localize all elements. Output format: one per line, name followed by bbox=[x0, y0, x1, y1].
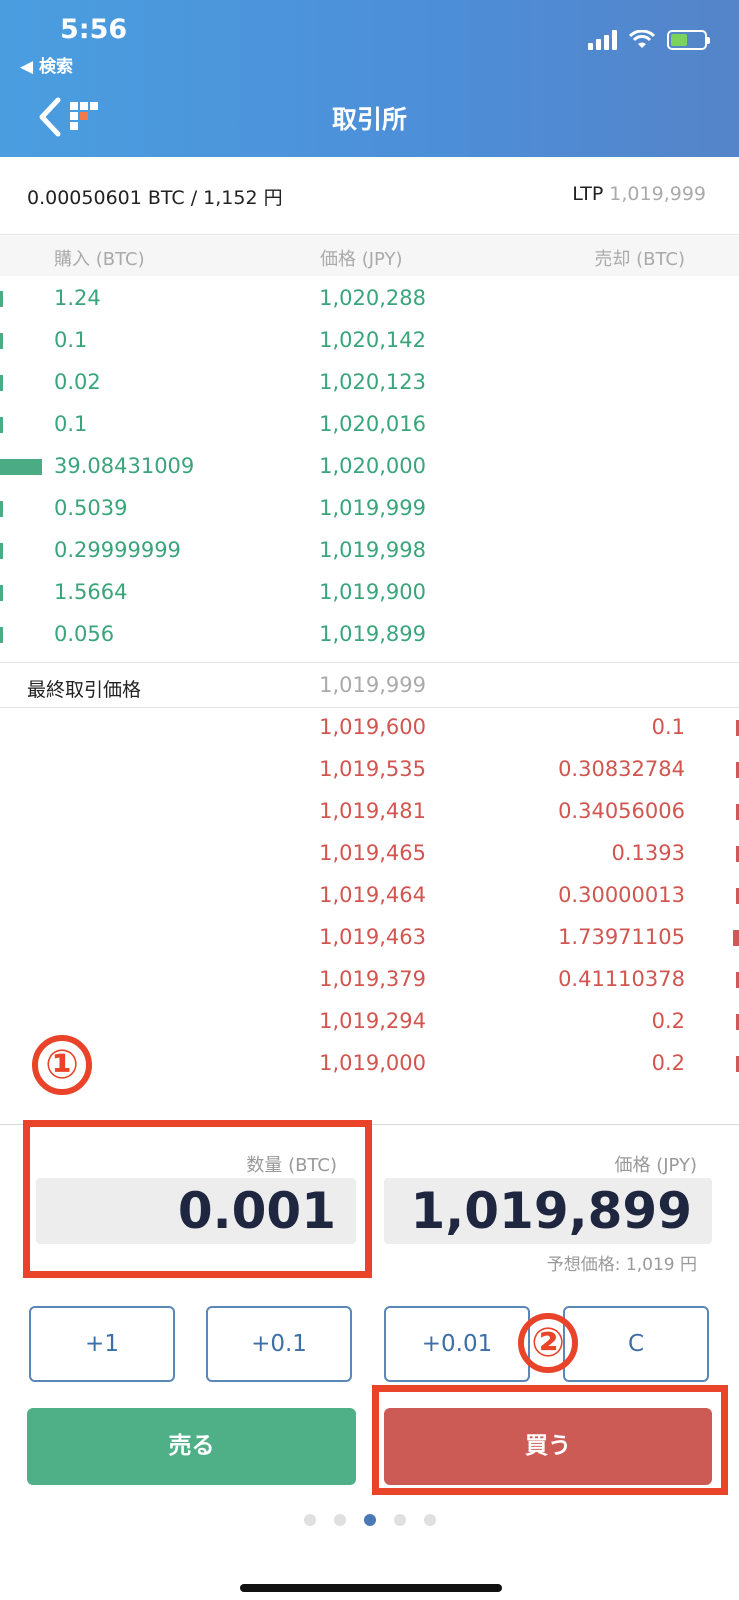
ask-qty: 0.41110378 bbox=[558, 967, 685, 991]
bid-qty: 0.1 bbox=[54, 328, 88, 352]
bid-row[interactable]: 0.29999999 1,019,998 bbox=[0, 530, 739, 572]
status-time: 5:56 bbox=[60, 14, 128, 45]
bid-row[interactable]: 0.02 1,020,123 bbox=[0, 362, 739, 404]
ask-price: 1,019,463 bbox=[319, 925, 426, 949]
order-book[interactable]: 1.24 1,020,288 0.1 1,020,142 0.02 1,020,… bbox=[0, 276, 739, 1124]
ask-row[interactable]: 1,019,464 0.30000013 bbox=[0, 875, 739, 917]
bid-qty: 0.5039 bbox=[54, 496, 128, 520]
ask-qty: 0.1 bbox=[651, 715, 685, 739]
bid-price: 1,019,900 bbox=[319, 580, 426, 604]
wifi-icon bbox=[629, 30, 655, 48]
ask-price: 1,019,465 bbox=[319, 841, 426, 865]
bid-price: 1,019,899 bbox=[319, 622, 426, 646]
bid-price: 1,020,016 bbox=[319, 412, 426, 436]
battery-icon bbox=[667, 30, 710, 50]
ask-price: 1,019,379 bbox=[319, 967, 426, 991]
status-icons bbox=[588, 30, 710, 50]
ask-row[interactable]: 1,019,379 0.41110378 bbox=[0, 959, 739, 1001]
bid-qty: 0.1 bbox=[54, 412, 88, 436]
ask-row[interactable]: 1,019,000 0.2 bbox=[0, 1043, 739, 1085]
page-dot[interactable] bbox=[393, 1514, 406, 1526]
ask-row[interactable]: 1,019,465 0.1393 bbox=[0, 833, 739, 875]
ask-qty: 0.30000013 bbox=[558, 883, 685, 907]
signal-icon bbox=[588, 30, 617, 50]
bid-price: 1,019,999 bbox=[319, 496, 426, 520]
bid-price: 1,020,288 bbox=[319, 286, 426, 310]
page-dot[interactable] bbox=[303, 1514, 316, 1526]
column-buy: 購入 (BTC) bbox=[54, 249, 145, 270]
bid-price: 1,020,123 bbox=[319, 370, 426, 394]
orderbook-column-headers: 購入 (BTC) 価格 (JPY) 売却 (BTC) bbox=[0, 236, 739, 276]
bid-qty: 0.056 bbox=[54, 622, 115, 646]
estimated-price: 予想価格: 1,019 円 bbox=[546, 1255, 697, 1275]
ask-price: 1,019,294 bbox=[319, 1009, 426, 1033]
annotation-box-buy bbox=[372, 1385, 728, 1495]
bid-row[interactable]: 0.056 1,019,899 bbox=[0, 614, 739, 656]
bid-qty: 0.29999999 bbox=[54, 538, 181, 562]
ask-row[interactable]: 1,019,535 0.30832784 bbox=[0, 749, 739, 791]
ltp-display: LTP 1,019,999 bbox=[572, 183, 706, 205]
ask-row[interactable]: 1,019,481 0.34056006 bbox=[0, 791, 739, 833]
bid-price: 1,020,000 bbox=[319, 454, 426, 478]
balance-text: 0.00050601 BTC / 1,152 円 bbox=[27, 187, 283, 209]
status-back-link[interactable]: ◀ 検索 bbox=[20, 52, 73, 77]
bid-row[interactable]: 0.1 1,020,016 bbox=[0, 404, 739, 446]
bid-qty: 1.5664 bbox=[54, 580, 128, 604]
home-indicator bbox=[240, 1584, 502, 1592]
increment-0.01-button[interactable]: +0.01 bbox=[384, 1306, 530, 1382]
page-dot[interactable] bbox=[333, 1514, 346, 1526]
clear-button[interactable]: C bbox=[563, 1306, 709, 1382]
ask-price: 1,019,000 bbox=[319, 1051, 426, 1075]
balance-bar: 0.00050601 BTC / 1,152 円 LTP 1,019,999 bbox=[0, 157, 739, 235]
bid-qty: 0.02 bbox=[54, 370, 101, 394]
increment-0.1-button[interactable]: +0.1 bbox=[206, 1306, 352, 1382]
annotation-number-1: ① bbox=[32, 1035, 92, 1095]
page-title: 取引所 bbox=[331, 105, 407, 134]
last-trade-label: 最終取引価格 bbox=[27, 679, 142, 701]
ask-qty: 0.34056006 bbox=[558, 799, 685, 823]
ltp-value: 1,019,999 bbox=[609, 183, 706, 205]
bid-row[interactable]: 0.1 1,020,142 bbox=[0, 320, 739, 362]
annotation-number-2: ② bbox=[518, 1313, 578, 1373]
column-price: 価格 (JPY) bbox=[320, 249, 403, 270]
app-header: 5:56 ◀ 検索 取引所 bbox=[0, 0, 739, 157]
bid-row[interactable]: 1.5664 1,019,900 bbox=[0, 572, 739, 614]
bid-price: 1,020,142 bbox=[319, 328, 426, 352]
ltp-label: LTP bbox=[572, 183, 604, 205]
page-indicator[interactable] bbox=[0, 1514, 739, 1526]
last-trade-row: 最終取引価格 1,019,999 bbox=[0, 662, 739, 708]
ask-price: 1,019,481 bbox=[319, 799, 426, 823]
ask-price: 1,019,464 bbox=[319, 883, 426, 907]
bid-qty: 1.24 bbox=[54, 286, 101, 310]
sell-button[interactable]: 売る bbox=[27, 1408, 356, 1485]
bid-price: 1,019,998 bbox=[319, 538, 426, 562]
ask-row[interactable]: 1,019,294 0.2 bbox=[0, 1001, 739, 1043]
page-dot[interactable] bbox=[423, 1514, 436, 1526]
ask-qty: 0.1393 bbox=[611, 841, 685, 865]
ask-row[interactable]: 1,019,463 1.73971105 bbox=[0, 917, 739, 959]
ask-row[interactable]: 1,019,600 0.1 bbox=[0, 707, 739, 749]
last-trade-value: 1,019,999 bbox=[319, 673, 426, 697]
annotation-box-quantity bbox=[23, 1120, 372, 1278]
column-sell: 売却 (BTC) bbox=[594, 249, 685, 270]
page-dot-active[interactable] bbox=[363, 1514, 376, 1526]
ask-price: 1,019,535 bbox=[319, 757, 426, 781]
ask-price: 1,019,600 bbox=[319, 715, 426, 739]
ask-qty: 0.30832784 bbox=[558, 757, 685, 781]
price-label: 価格 (JPY) bbox=[614, 1155, 697, 1176]
bid-row[interactable]: 39.08431009 1,020,000 bbox=[0, 446, 739, 488]
ask-qty: 1.73971105 bbox=[558, 925, 685, 949]
ask-qty: 0.2 bbox=[651, 1009, 685, 1033]
increment-1-button[interactable]: +1 bbox=[29, 1306, 175, 1382]
bid-row[interactable]: 0.5039 1,019,999 bbox=[0, 488, 739, 530]
ask-qty: 0.2 bbox=[651, 1051, 685, 1075]
bid-qty: 39.08431009 bbox=[54, 454, 195, 478]
price-input[interactable]: 1,019,899 bbox=[384, 1178, 712, 1244]
bid-row[interactable]: 1.24 1,020,288 bbox=[0, 278, 739, 320]
